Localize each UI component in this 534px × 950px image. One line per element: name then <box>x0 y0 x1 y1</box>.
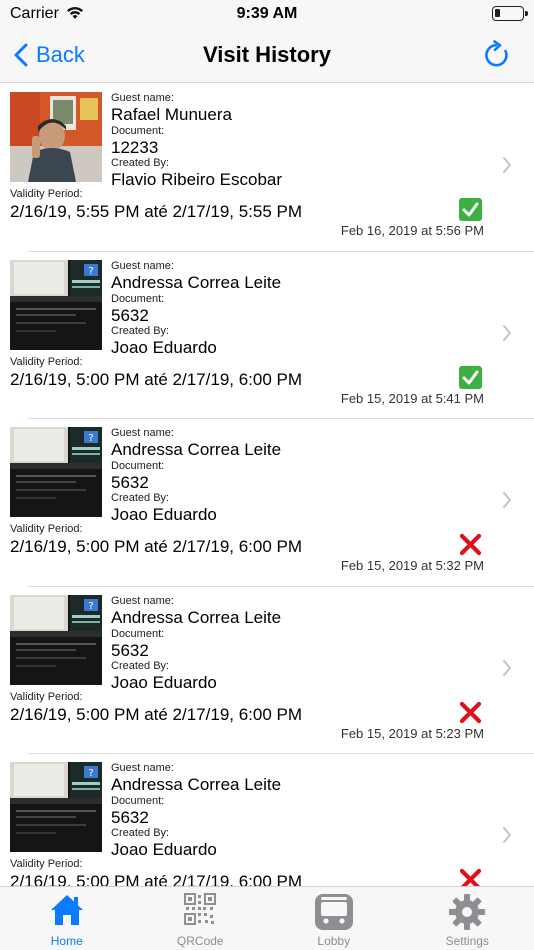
chevron-right-icon <box>503 827 511 843</box>
document-label: Document: <box>111 125 165 137</box>
document-number: 5632 <box>111 808 149 827</box>
status-bar: Carrier 9:39 AM <box>0 0 534 28</box>
cross-icon <box>459 533 482 556</box>
home-icon <box>50 895 83 925</box>
chevron-right-icon <box>503 659 511 676</box>
validity-period: 2/16/19, 5:00 PM até 2/17/19, 6:00 PM <box>10 369 303 389</box>
validity-label: Validity Period: <box>10 188 83 200</box>
refresh-icon[interactable] <box>482 40 512 70</box>
guest-photo: ? <box>10 427 102 517</box>
guest-photo: ? <box>10 762 102 852</box>
created-by-label: Created By: <box>111 659 170 672</box>
guest-name-label: Guest name: <box>111 762 174 774</box>
validity-period: 2/16/19, 5:00 PM até 2/17/19, 6:00 PM <box>10 704 303 724</box>
document-number: 5632 <box>111 305 149 325</box>
status-icon <box>459 198 482 221</box>
document-number: 5632 <box>111 473 149 492</box>
visit-timestamp: Feb 15, 2019 at 5:23 PM <box>340 725 484 741</box>
validity-label: Validity Period: <box>10 858 83 870</box>
checkmark-icon <box>459 365 482 389</box>
validity-period: 2/16/19, 5:00 PM até 2/17/19, 6:00 PM <box>10 872 303 886</box>
page-title: Visit History <box>203 42 331 67</box>
tab-bar: Home QRCode Lobby Settings <box>0 886 534 950</box>
document-label: Document: <box>111 460 165 472</box>
validity-label: Validity Period: <box>10 355 83 368</box>
visit-row[interactable]: Guest name: Rafael Munuera Document: 122… <box>0 84 534 252</box>
tab-label: Settings <box>445 934 489 948</box>
guest-photo: ? <box>10 259 102 350</box>
validity-label: Validity Period: <box>10 523 83 535</box>
guest-name-label: Guest name: <box>111 427 174 439</box>
visit-row[interactable]: ? Guest name: Andressa Correa Leite Docu… <box>0 252 534 419</box>
created-by-name: Joao Eduardo <box>111 337 217 357</box>
chevron-right-icon <box>503 324 511 341</box>
guest-name-label: Guest name: <box>111 594 174 607</box>
validity-period: 2/16/19, 5:00 PM até 2/17/19, 6:00 PM <box>10 537 303 556</box>
document-label: Document: <box>111 292 165 305</box>
created-by-label: Created By: <box>111 827 170 839</box>
tab-label: Lobby <box>317 934 351 948</box>
created-by-name: Joao Eduardo <box>111 505 217 524</box>
guest-name: Andressa Correa Leite <box>111 440 282 459</box>
validity-period: 2/16/19, 5:55 PM até 2/17/19, 5:55 PM <box>10 202 303 221</box>
created-by-name: Flavio Ribeiro Escobar <box>111 170 283 189</box>
svg-text:?: ? <box>88 768 93 779</box>
cross-icon <box>459 868 482 886</box>
visit-list[interactable]: Guest name: Rafael Munuera Document: 122… <box>0 84 534 886</box>
visit-row[interactable]: ? Guest name: Andressa Correa Leite Docu… <box>0 419 534 587</box>
battery-icon <box>492 6 528 21</box>
tab-label: Home <box>50 934 83 948</box>
visit-timestamp: Feb 15, 2019 at 5:41 PM <box>340 390 484 406</box>
qrcode-icon <box>184 893 217 925</box>
guest-name: Andressa Correa Leite <box>111 775 282 794</box>
created-by-label: Created By: <box>111 324 170 337</box>
document-label: Document: <box>111 627 165 640</box>
created-by-label: Created By: <box>111 492 170 504</box>
guest-name-label: Guest name: <box>111 92 174 104</box>
tab-label: QRCode <box>176 934 224 948</box>
status-icon <box>459 365 482 389</box>
checkmark-icon <box>459 198 482 221</box>
created-by-name: Joao Eduardo <box>111 672 217 692</box>
guest-photo: ? <box>10 594 102 685</box>
document-number: 5632 <box>111 640 149 660</box>
svg-text:?: ? <box>88 266 93 277</box>
status-icon <box>459 868 482 886</box>
clock: 9:39 AM <box>236 5 298 22</box>
chevron-right-icon <box>503 157 511 173</box>
guest-name: Andressa Correa Leite <box>111 272 282 292</box>
tab-lobby[interactable]: Lobby <box>267 887 401 950</box>
created-by-name: Joao Eduardo <box>111 840 217 859</box>
status-icon <box>459 701 482 724</box>
tab-qrcode[interactable]: QRCode <box>134 887 268 950</box>
svg-text:?: ? <box>88 601 93 612</box>
visit-timestamp: Feb 16, 2019 at 5:56 PM <box>340 223 484 238</box>
tab-settings[interactable]: Settings <box>401 887 534 950</box>
cross-icon <box>459 701 482 723</box>
navigation-bar: Back Visit History <box>0 28 534 83</box>
chevron-right-icon <box>503 492 511 508</box>
bus-icon <box>314 894 353 930</box>
guest-name-label: Guest name: <box>111 259 174 272</box>
svg-text:?: ? <box>88 433 93 444</box>
visit-row[interactable]: ? Guest name: Andressa Correa Leite Docu… <box>0 754 534 886</box>
document-label: Document: <box>111 795 165 807</box>
tab-home[interactable]: Home <box>0 887 134 950</box>
guest-name: Rafael Munuera <box>111 105 232 124</box>
guest-photo <box>10 92 102 182</box>
gear-icon <box>449 894 486 930</box>
visit-timestamp: Feb 15, 2019 at 5:32 PM <box>340 558 484 573</box>
validity-label: Validity Period: <box>10 690 83 703</box>
created-by-label: Created By: <box>111 157 170 169</box>
document-number: 12233 <box>111 138 159 157</box>
status-icon <box>459 533 482 556</box>
visit-row[interactable]: ? Guest name: Andressa Correa Leite Docu… <box>0 587 534 754</box>
guest-name: Andressa Correa Leite <box>111 607 282 627</box>
